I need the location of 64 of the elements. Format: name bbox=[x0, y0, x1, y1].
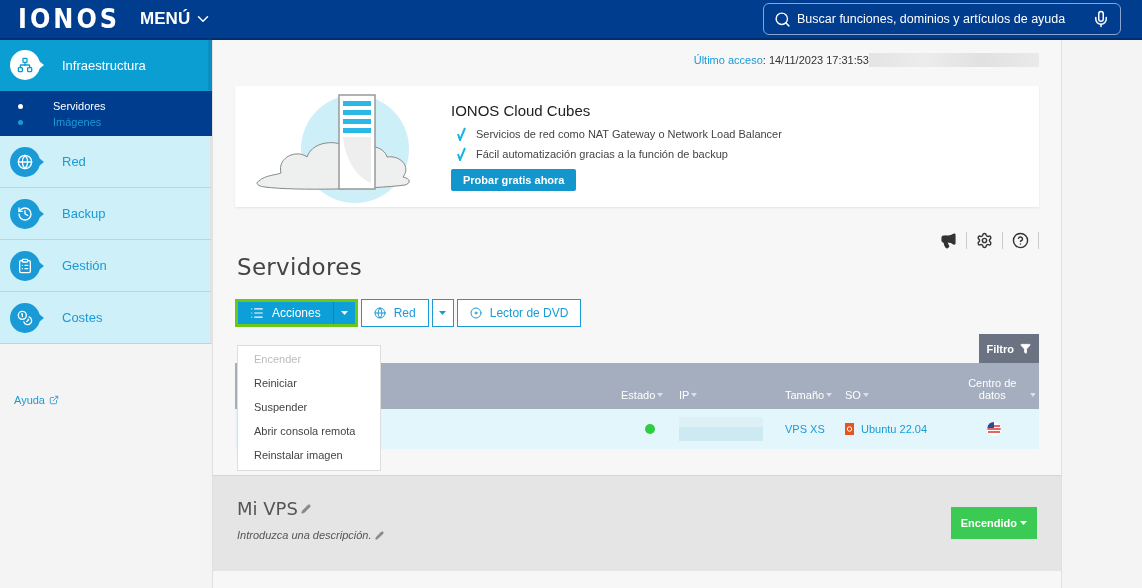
caret-icon bbox=[1020, 521, 1027, 525]
server-name: Mi VPS bbox=[237, 498, 298, 519]
globe-icon bbox=[10, 146, 44, 177]
help-link[interactable]: Ayuda bbox=[14, 394, 59, 406]
dropdown-button[interactable] bbox=[431, 299, 454, 327]
dropdown-button[interactable] bbox=[332, 302, 355, 324]
column-header[interactable]: IP bbox=[679, 389, 785, 401]
toolbar-button[interactable]: Acciones bbox=[238, 302, 333, 324]
feature-text: Fácil automatización gracias a la función de backup bbox=[476, 148, 728, 160]
column-header[interactable]: Estado bbox=[621, 389, 679, 401]
menu-item[interactable]: Reiniciar bbox=[238, 372, 380, 396]
banner-title: IONOS Cloud Cubes bbox=[451, 102, 592, 119]
clipboard-icon bbox=[10, 250, 44, 281]
last-access-time: : 14/11/2023 17:31:53 bbox=[762, 54, 869, 66]
sort-caret-icon bbox=[1029, 393, 1035, 397]
filter-icon bbox=[1020, 343, 1031, 354]
sort-caret-icon bbox=[826, 393, 833, 397]
power-status-button[interactable]: Encendido bbox=[950, 507, 1037, 539]
caret-icon bbox=[439, 311, 447, 315]
history-icon bbox=[10, 198, 44, 229]
caret-icon bbox=[340, 311, 348, 315]
try-free-button[interactable]: Probar gratis ahora bbox=[451, 169, 577, 191]
list-icon bbox=[250, 306, 264, 320]
column-header[interactable]: Centro de datos bbox=[957, 377, 1035, 401]
filter-button[interactable]: Filtro bbox=[978, 334, 1039, 363]
menu-button[interactable]: MENÚ bbox=[140, 9, 213, 29]
feature-text: Servicios de red como NAT Gateway o Network Load Balancer bbox=[476, 128, 782, 140]
column-header[interactable]: Tamaño bbox=[785, 389, 845, 401]
sidebar-item[interactable]: Costes bbox=[0, 292, 212, 344]
sidebar-item[interactable]: Gestión bbox=[0, 240, 212, 292]
sort-caret-icon bbox=[862, 393, 869, 397]
search-bar[interactable]: Buscar funciones, dominios y artículos de ayuda bbox=[763, 3, 1121, 35]
submenu-item[interactable]: Servidores bbox=[0, 100, 212, 112]
pencil-icon[interactable] bbox=[374, 530, 384, 540]
flag-icon bbox=[987, 422, 1001, 436]
sort-caret-icon bbox=[691, 393, 698, 397]
globe-icon bbox=[373, 307, 386, 319]
last-access-label: Último acceso bbox=[693, 54, 763, 66]
check-icon bbox=[457, 127, 466, 141]
logo[interactable]: IONOS bbox=[18, 3, 121, 35]
submenu-item[interactable]: Imágenes bbox=[0, 116, 212, 128]
coins-icon bbox=[10, 302, 44, 333]
sidebar-item[interactable]: Infraestructura bbox=[0, 40, 212, 91]
os-icon bbox=[845, 423, 854, 435]
help-icon[interactable] bbox=[1002, 232, 1039, 249]
disc-icon bbox=[469, 307, 482, 319]
toolbar-button[interactable]: Lector de DVD bbox=[456, 299, 582, 327]
search-icon bbox=[774, 10, 791, 28]
menu-item[interactable]: Abrir consola remota bbox=[238, 420, 380, 444]
page-title: Servidores bbox=[237, 254, 363, 280]
search-field[interactable]: Buscar funciones, dominios y artículos de ayuda bbox=[797, 12, 1086, 26]
sidebar-item[interactable]: Backup bbox=[0, 188, 212, 240]
sort-caret-icon bbox=[657, 393, 664, 397]
check-icon bbox=[457, 147, 466, 161]
external-link-icon bbox=[49, 395, 59, 405]
sidebar-item[interactable]: Red bbox=[0, 136, 212, 188]
table-cell-text: VPS XS bbox=[785, 423, 826, 435]
toolbar-button[interactable]: Red bbox=[360, 299, 429, 327]
network-icon bbox=[10, 50, 44, 80]
column-header[interactable]: SO bbox=[845, 389, 957, 401]
pencil-icon[interactable] bbox=[300, 503, 311, 514]
microphone-icon[interactable] bbox=[1092, 10, 1110, 28]
table-cell: Ubuntu 22.04 bbox=[861, 423, 928, 435]
description-placeholder[interactable]: Introduzca una descripción. bbox=[237, 529, 372, 541]
